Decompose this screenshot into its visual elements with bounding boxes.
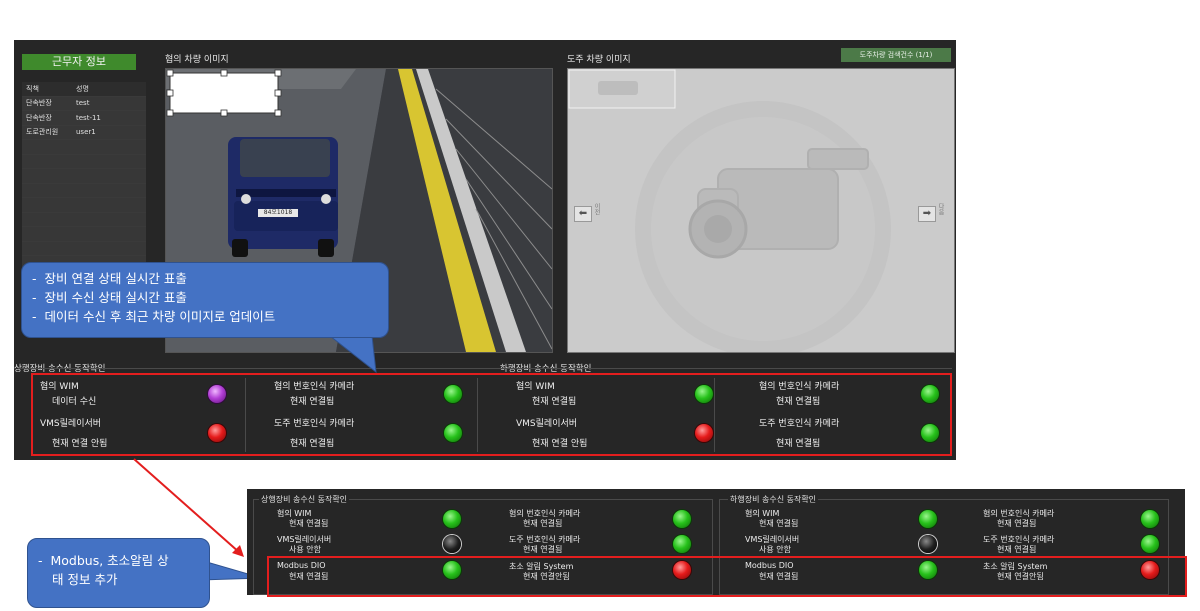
down-wim-status: 현재 연결됨 (759, 519, 799, 528)
callout-modbus-added: - Modbus, 초소알림 상 태 정보 추가 (27, 538, 210, 608)
up-suspect-camera-status: 현재 연결됨 (523, 519, 563, 528)
up-wim-status: 현재 연결됨 (289, 519, 329, 528)
up-suspect-camera-led (673, 510, 691, 528)
up-vms-led (443, 535, 461, 553)
down-vms-led (919, 535, 937, 553)
callout-line: - 장비 수신 상태 실시간 표출 (32, 290, 187, 305)
down-suspect-camera-status: 현재 연결됨 (997, 519, 1037, 528)
down-escape-camera-status: 현재 연결됨 (997, 545, 1037, 554)
up-escape-camera-status: 현재 연결됨 (523, 545, 563, 554)
callout-realtime-status: - 장비 연결 상태 실시간 표출 - 장비 수신 상태 실시간 표출 - 데이… (21, 262, 389, 338)
up-vms-status: 사용 안함 (289, 545, 321, 554)
callout-line: 태 정보 추가 (52, 572, 118, 587)
new-status-highlight-box (267, 556, 1187, 597)
down-status-title: 하행장비 송수신 동작확인 (728, 494, 819, 505)
callout-line: - Modbus, 초소알림 상 (38, 553, 169, 568)
callout-line: - 장비 연결 상태 실시간 표출 (32, 271, 187, 286)
callout-line: - 데이터 수신 후 최근 차량 이미지로 업데이트 (32, 309, 276, 324)
down-suspect-camera-led (1141, 510, 1159, 528)
up-status-title: 상행장비 송수신 동작확인 (259, 494, 350, 505)
down-wim-led (919, 510, 937, 528)
up-wim-led (443, 510, 461, 528)
up-escape-camera-led (673, 535, 691, 553)
down-vms-status: 사용 안함 (759, 545, 791, 554)
down-escape-camera-led (1141, 535, 1159, 553)
